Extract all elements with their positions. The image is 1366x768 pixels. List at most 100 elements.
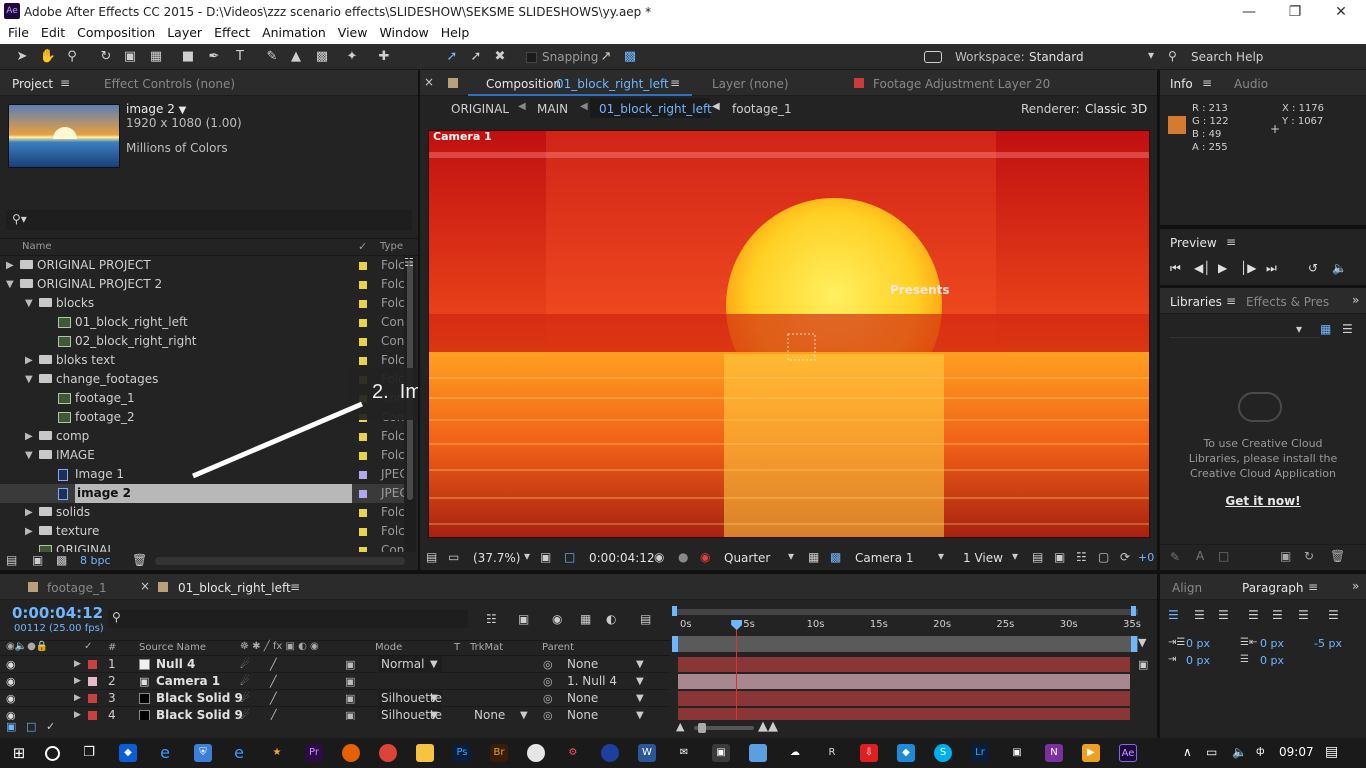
label-color-swatch[interactable] (359, 357, 367, 365)
menu-help[interactable]: Help (435, 24, 476, 42)
label-color-swatch[interactable] (359, 433, 367, 441)
zoom-in-mountain-icon[interactable]: ▲▲ (758, 719, 778, 734)
panel-divider[interactable] (1160, 285, 1366, 288)
monitor-icon[interactable]: ▭ (448, 550, 459, 564)
panel-menu-icon[interactable]: ≡ (1226, 235, 1236, 249)
label-color-swatch[interactable] (359, 528, 367, 536)
search-circle-icon[interactable] (45, 746, 60, 761)
action-center-icon[interactable]: ▤ (1325, 744, 1338, 760)
resolution-dropdown[interactable]: Quarter (724, 551, 770, 565)
project-item-row[interactable]: ▶ solids Folc (0, 503, 404, 522)
work-area-range[interactable] (672, 609, 1138, 615)
zoom-tool-icon[interactable]: ⚲ (62, 48, 82, 66)
layer-expand-triangle-icon[interactable]: ▶ (74, 656, 81, 673)
frame-blending-icon[interactable]: ▦ (580, 612, 591, 626)
chevron-down-icon[interactable]: ▼ (520, 707, 528, 720)
panel-divider[interactable] (0, 570, 1157, 574)
mail-icon[interactable]: ✉ (675, 744, 693, 762)
more-tabs-chevron-icon[interactable]: » (1352, 293, 1359, 307)
panel-divider[interactable] (1160, 225, 1366, 229)
rotate-tool-icon[interactable]: ↻ (96, 48, 116, 66)
loop-icon[interactable]: ↺ (1308, 261, 1318, 275)
graph-editor-icon[interactable]: ▤ (640, 612, 651, 626)
expanded-triangle-icon[interactable]: ▼ (25, 294, 33, 313)
work-area-start[interactable] (672, 606, 677, 616)
maximize-button[interactable]: ❐ (1272, 2, 1318, 22)
3d-layer-switch-icon[interactable]: ▣ (345, 690, 355, 707)
pan-behind-tool-icon[interactable]: ▦ (146, 48, 166, 66)
layer-label-swatch[interactable] (88, 677, 97, 686)
layer-name[interactable]: Null 4 (156, 656, 195, 673)
draft-3d-icon[interactable]: ▣ (518, 612, 529, 626)
menu-effect[interactable]: Effect (208, 24, 256, 42)
project-item-row[interactable]: ▼ blocks Folc (0, 294, 404, 313)
last-frame-button[interactable]: ⏭ (1266, 261, 1277, 276)
previous-frame-button[interactable]: ◀│ (1194, 261, 1210, 275)
breadcrumb-main[interactable]: MAIN (537, 102, 568, 116)
layer-duration-bar[interactable] (678, 674, 1130, 689)
bridge-icon[interactable]: Br (490, 744, 508, 762)
onedrive-cloud-icon[interactable]: ☁ (786, 744, 804, 762)
project-item-row[interactable]: ▼change_footagesFolc (0, 370, 404, 389)
delete-trash-icon[interactable]: 🗑 (1330, 549, 1345, 563)
label-column-icon[interactable]: ✓ (358, 240, 367, 253)
chevron-down-icon[interactable]: ▾ (1012, 549, 1018, 563)
collapsed-triangle-icon[interactable]: ▶ (25, 522, 33, 541)
volume-icon[interactable]: 🔈 (1232, 745, 1247, 759)
shy-switch-icon[interactable]: ☄ (240, 656, 250, 673)
workspace-dropdown[interactable]: Standard (1029, 50, 1084, 64)
work-area-end[interactable] (1131, 606, 1136, 616)
photoshop-icon[interactable]: Ps (453, 744, 471, 762)
menu-edit[interactable]: Edit (35, 24, 71, 42)
shy-switch-icon[interactable]: ☄ (240, 673, 250, 690)
expanded-triangle-icon[interactable]: ▼ (6, 275, 14, 294)
collapsed-triangle-icon[interactable]: ▶ (6, 256, 14, 275)
comp-mini-flowchart-icon[interactable]: ☷ (486, 612, 497, 626)
eraser-tool-icon[interactable]: ▩ (312, 48, 332, 66)
video-player-icon[interactable]: ▶ (1082, 744, 1100, 762)
skype-icon[interactable]: S (934, 744, 952, 762)
project-item-row[interactable]: ORIGINAL Con (0, 541, 404, 552)
fast-preview-icon[interactable]: ▣ (1054, 550, 1065, 564)
tab-info[interactable]: Info (1170, 77, 1193, 91)
close-button[interactable]: ✕ (1318, 2, 1364, 22)
parent-dropdown[interactable]: None (567, 690, 598, 707)
panel-divider[interactable] (1157, 70, 1160, 738)
chevron-down-icon[interactable]: ▼ (636, 673, 644, 690)
timeline-timecode[interactable]: 0:00:04:12 (12, 604, 103, 622)
bit-depth-button[interactable]: 8 bpc (80, 554, 111, 567)
firefox-icon[interactable] (342, 744, 360, 762)
3d-layer-switch-icon[interactable]: ▣ (345, 707, 355, 720)
panel-divider[interactable] (418, 70, 420, 570)
notes-icon[interactable] (749, 744, 767, 762)
layer-row[interactable]: ◉ ▶ 4 Black Solid 9 ☄ ╱ ▣ Silhouette ▼ None ▼ ◎ None… (0, 707, 670, 720)
comp-button-icon[interactable]: ▣ (1138, 658, 1148, 671)
label-color-swatch[interactable] (359, 281, 367, 289)
label-color-swatch[interactable] (359, 471, 367, 479)
after-effects-taskbar-icon[interactable]: Ae (1119, 744, 1137, 762)
delete-trash-icon[interactable]: 🗑 (132, 553, 147, 567)
clone-stamp-tool-icon[interactable]: ▲ (286, 48, 306, 66)
library-selector[interactable]: ▾ (1170, 322, 1320, 338)
timeline-search-input[interactable]: ⚲ (108, 610, 468, 628)
source-name-column[interactable]: Source Name (139, 642, 206, 653)
stock-icon[interactable]: ▣ (1280, 549, 1291, 563)
column-type[interactable]: Type (380, 241, 403, 252)
close-icon[interactable]: × (140, 579, 150, 593)
renderer-value[interactable]: Classic 3D (1085, 102, 1147, 116)
show-channel-icon[interactable]: ◉ (700, 550, 710, 564)
layer-label-swatch[interactable] (88, 660, 97, 669)
local-axis-icon[interactable]: ➚ (442, 48, 462, 66)
close-icon[interactable]: × (424, 75, 434, 89)
eye-visibility-icon[interactable]: ◉ (6, 673, 16, 690)
transfer-controls-icon[interactable]: □ (26, 720, 36, 733)
collapsed-triangle-icon[interactable]: ▶ (25, 351, 33, 370)
pick-whip-icon[interactable]: ◎ (543, 707, 553, 720)
trkmat-column[interactable]: TrkMat (470, 642, 503, 653)
tab-layer[interactable]: Layer (none) (712, 77, 789, 91)
panel-divider[interactable] (1160, 570, 1366, 574)
puppet-pin-tool-icon[interactable]: ✚ (374, 48, 394, 66)
eye-visibility-icon[interactable]: ◉ (6, 656, 16, 673)
timeline-icon[interactable]: ☷ (1076, 550, 1087, 564)
project-horizontal-scrollbar[interactable] (155, 557, 405, 565)
